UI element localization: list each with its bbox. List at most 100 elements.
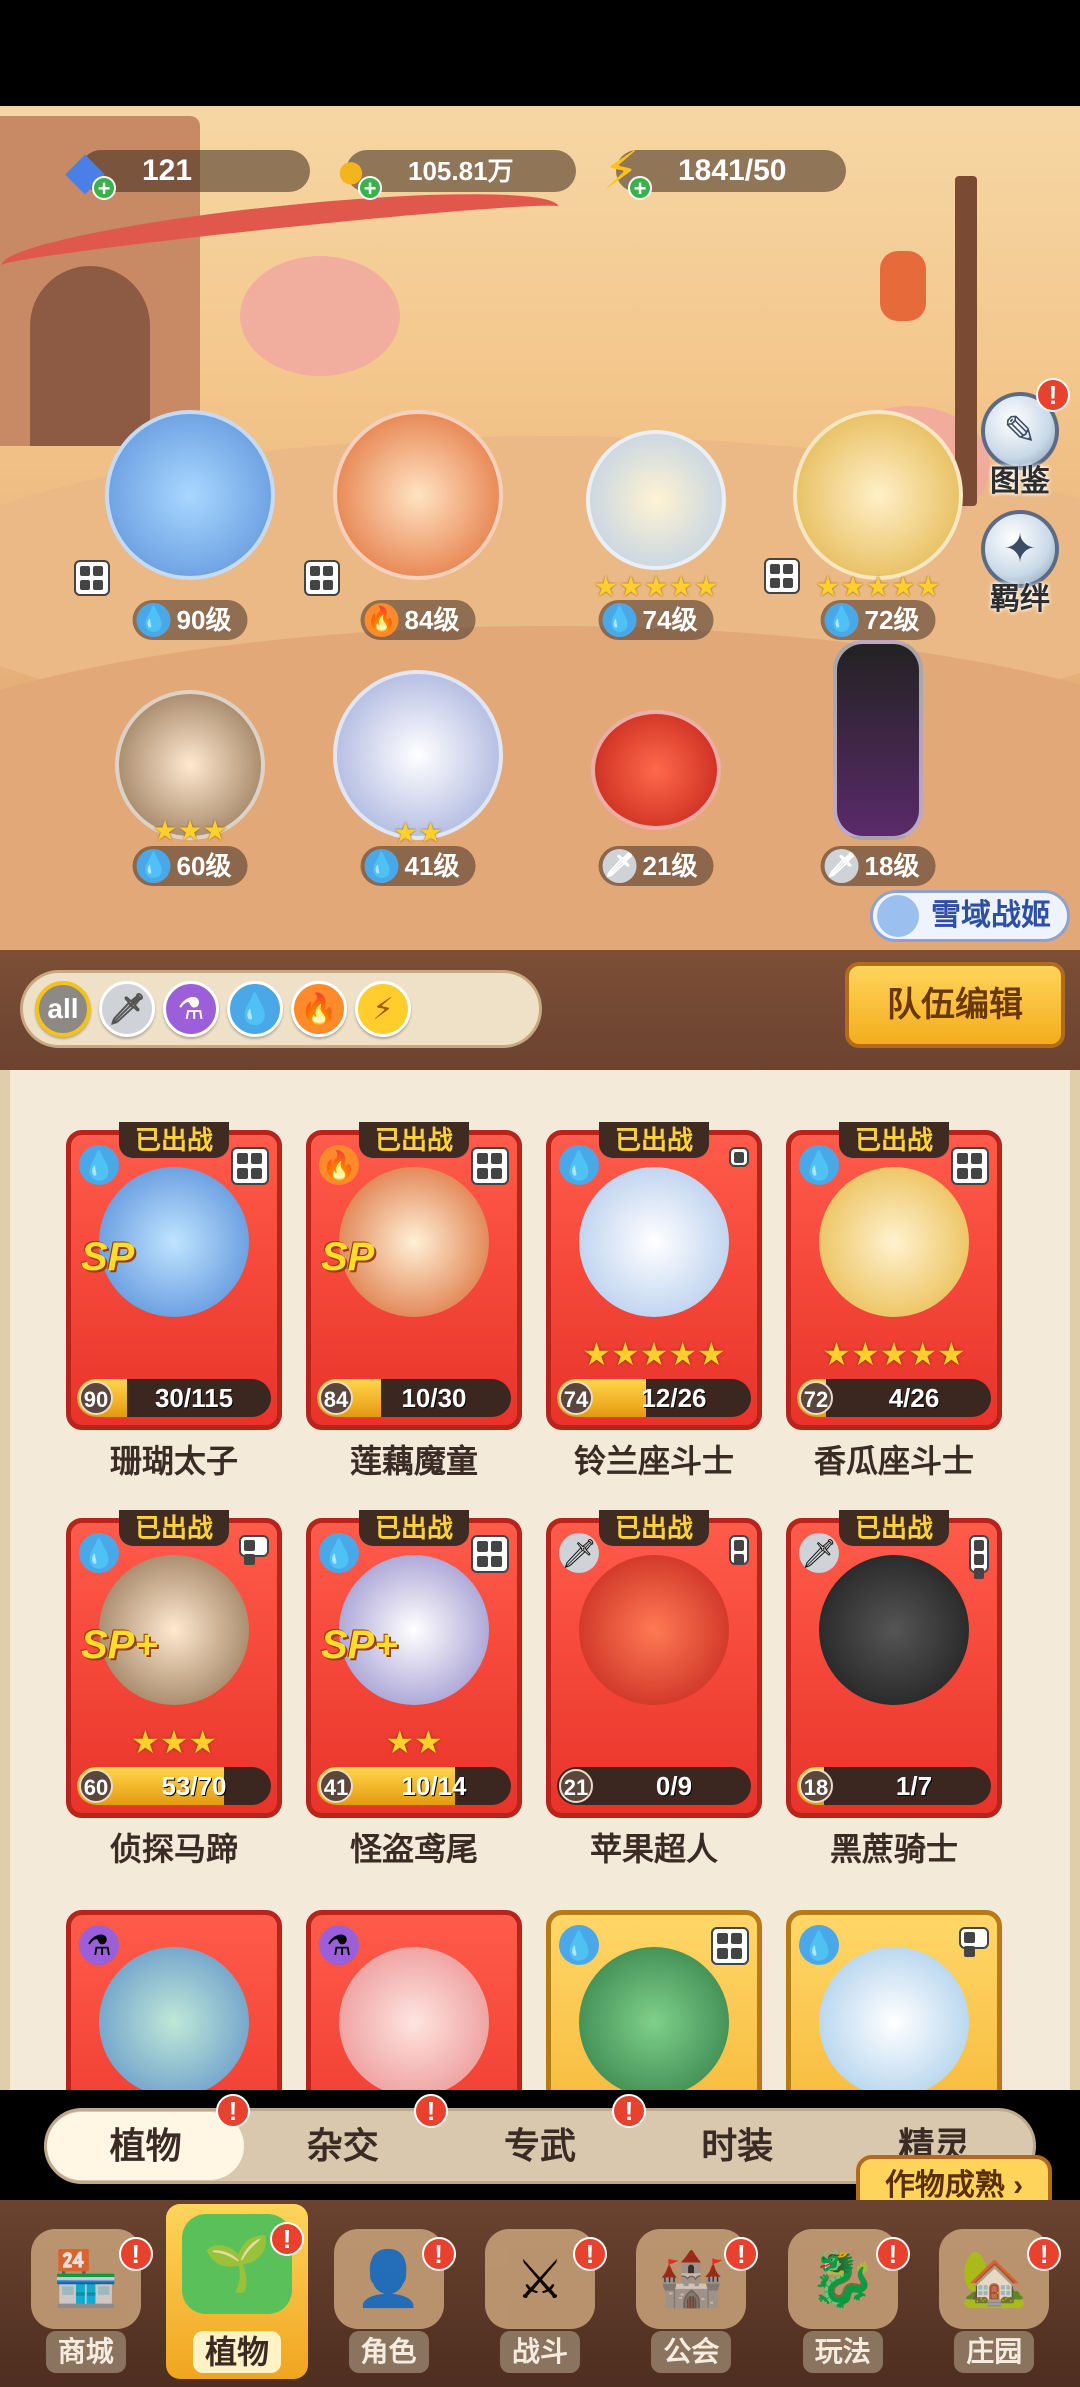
nav-label: 植物: [193, 2331, 282, 2373]
plant-card[interactable]: 💧 SP+ ★★ 41 10/14 已出战 怪盗鸢尾: [306, 1510, 522, 1870]
plant-card[interactable]: 💧: [786, 1910, 1002, 2090]
tab-plants[interactable]: 植物: [47, 2112, 245, 2180]
card-name: 香瓜座斗士: [813, 1443, 974, 1479]
hero-sprite: [591, 710, 721, 830]
plant-card[interactable]: 💧 SP+ ★★★ 60 53/70 已出战 侦探马蹄: [66, 1510, 282, 1870]
deployed-label: 已出战: [598, 1510, 710, 1546]
nav-gameplay[interactable]: 🐉 玩法 !: [772, 2219, 914, 2379]
filter-potion-icon[interactable]: ⚗: [163, 981, 219, 1037]
water-icon: 💧: [79, 1145, 119, 1185]
card-progress: 90 30/115: [77, 1379, 271, 1417]
tab-exclusive-weapon[interactable]: 专武: [441, 2112, 638, 2180]
filter-water-icon[interactable]: 💧: [227, 981, 283, 1037]
hero-level-badge: 🗡 18级: [820, 846, 936, 886]
card-name: 铃兰座斗士: [573, 1443, 734, 1479]
scene-hero[interactable]: 💧 90级: [74, 410, 290, 640]
tab-label: 植物: [109, 2125, 182, 2166]
hero-sprite: [833, 640, 923, 840]
add-gold-icon[interactable]: +: [358, 176, 382, 200]
hero-level-badge: 💧 90级: [132, 600, 248, 640]
nav-label: 玩法: [802, 2331, 883, 2373]
hero-stars: ★★★★★: [593, 571, 719, 602]
filter-sword-icon[interactable]: 🗡: [99, 981, 155, 1037]
formation-icon: [239, 1535, 269, 1565]
element-filters: all 🗡 ⚗ 💧 🔥 ⚡: [20, 970, 542, 1048]
nav-battle[interactable]: ⚔ 战斗 !: [469, 2219, 611, 2379]
card-portrait: [819, 1555, 969, 1705]
formation-icon: [959, 1927, 989, 1957]
scene-hero[interactable]: 🗡 18级: [778, 640, 978, 890]
card-progress: 60 53/70: [77, 1767, 271, 1805]
plant-card[interactable]: 💧: [546, 1910, 762, 2090]
card-progress-text: 10/14: [401, 1771, 467, 1801]
nav-guild[interactable]: 🏰 公会 !: [620, 2219, 762, 2379]
add-diamond-icon[interactable]: +: [92, 176, 116, 200]
water-icon: 💧: [319, 1533, 359, 1573]
sp-badge: SP: [321, 1235, 375, 1279]
nav-plants[interactable]: 🌱 植物 !: [166, 2204, 309, 2379]
filter-lightning-icon[interactable]: ⚡: [355, 981, 411, 1037]
card-progress-text: 30/115: [154, 1383, 234, 1413]
add-stamina-icon[interactable]: +: [628, 176, 652, 200]
scene-hero[interactable]: ★★★★★ 💧 74级: [556, 430, 756, 640]
water-icon: 💧: [559, 1925, 599, 1965]
codex-button[interactable]: ✎ 图鉴 !: [970, 378, 1070, 500]
bottom-nav: 🏪 商城 ! 🌱 植物 ! 👤 角色 ! ⚔ 战斗 ! 🏰 公会 ! 🐉 玩法 …: [0, 2200, 1080, 2387]
sp-badge: SP+: [321, 1623, 398, 1667]
formation-icon: [231, 1147, 269, 1185]
formation-icon: [729, 1535, 749, 1565]
hero-stars: ★★: [392, 817, 444, 848]
sp-badge: SP: [81, 1235, 135, 1279]
plant-card[interactable]: 💧 ★★★★★ 74 12/26 已出战 铃兰座斗士: [546, 1122, 762, 1482]
hero-sprite: [333, 670, 503, 840]
card-progress-text: 12/26: [641, 1383, 707, 1413]
plant-card[interactable]: ⚗: [306, 1910, 522, 2090]
plant-card[interactable]: 🗡 18 1/7 已出战 黑蔗骑士: [786, 1510, 1002, 1870]
sword-icon: 🗡: [824, 849, 859, 883]
nav-characters[interactable]: 👤 角色 !: [318, 2219, 460, 2379]
event-hero-tag[interactable]: 雪域战姬: [870, 890, 1070, 942]
plant-card[interactable]: 🗡 21 0/9 已出战 苹果超人: [546, 1510, 762, 1870]
hero-level-badge: 💧 60级: [132, 846, 248, 886]
nav-alert-badge: !: [270, 2222, 305, 2256]
card-progress-text: 0/9: [655, 1771, 693, 1801]
sword-icon: 🗡: [602, 849, 637, 883]
card-frame: 💧 ★★★★★ 74 12/26: [546, 1130, 762, 1430]
card-name: 珊瑚太子: [109, 1443, 238, 1479]
team-edit-button[interactable]: 队伍编辑: [845, 962, 1065, 1048]
nav-alert-badge: !: [875, 2237, 910, 2271]
potion-icon: ⚗: [79, 1925, 119, 1965]
potion-icon: ⚗: [319, 1925, 359, 1965]
tab-costume[interactable]: 时装: [639, 2112, 836, 2180]
codex-alert-badge: !: [1036, 378, 1070, 412]
deployed-label: 已出战: [838, 1510, 950, 1546]
plant-card[interactable]: 🔥 SP 84 10/30 已出战 莲藕魔童: [306, 1122, 522, 1482]
card-frame: 🗡 18 1/7: [786, 1518, 1002, 1818]
scene-hero[interactable]: ★★★ 💧 60级: [90, 690, 290, 890]
scene-hero[interactable]: ★★ 💧 41级: [318, 670, 518, 890]
card-name: 黑蔗骑士: [829, 1831, 958, 1867]
plant-card[interactable]: ⚗: [66, 1910, 282, 2090]
bond-button[interactable]: ✦ 羁绊: [970, 510, 1070, 618]
nav-shop[interactable]: 🏪 商城 !: [15, 2219, 157, 2379]
nav-manor[interactable]: 🏡 庄园 !: [923, 2219, 1065, 2379]
tab-crossbreed[interactable]: 杂交: [244, 2112, 441, 2180]
status-bar: [0, 0, 1080, 106]
nav-alert-badge: !: [421, 2237, 456, 2271]
hero-level: 90级: [176, 605, 232, 635]
card-name: 莲藕魔童: [349, 1443, 478, 1479]
scene-hero[interactable]: ★★★★★ 💧 72级: [764, 410, 978, 640]
card-level: 74: [559, 1381, 593, 1415]
card-portrait: [99, 1947, 249, 2090]
card-portrait: [579, 1167, 729, 1317]
formation-icon: [74, 560, 110, 596]
plant-card[interactable]: 💧 ★★★★★ 72 4/26 已出战 香瓜座斗士: [786, 1122, 1002, 1482]
filter-all-button[interactable]: all: [35, 981, 91, 1037]
plant-card[interactable]: 💧 SP 90 30/115 已出战 珊瑚太子: [66, 1122, 282, 1482]
filter-fire-icon[interactable]: 🔥: [291, 981, 347, 1037]
scene-hero[interactable]: 🔥 84级: [304, 410, 518, 640]
scene-hero[interactable]: 🗡 21级: [556, 710, 756, 890]
nav-alert-badge: !: [118, 2237, 153, 2271]
nav-label: 战斗: [499, 2331, 580, 2373]
nav-alert-badge: !: [572, 2237, 607, 2271]
